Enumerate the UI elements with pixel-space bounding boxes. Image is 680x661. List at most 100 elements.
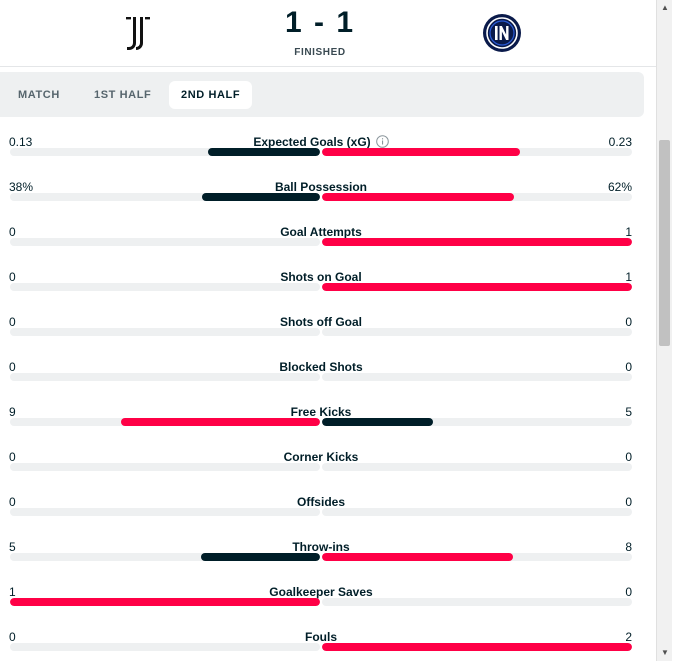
period-tabs: MATCH 1ST HALF 2ND HALF [0, 72, 644, 117]
stat-row: 0 Goal Attempts 1 [0, 225, 644, 270]
stat-name: Goal Attempts [160, 225, 482, 239]
stat-home-value: 5 [9, 540, 16, 554]
stat-away-track [322, 283, 632, 291]
stat-home-track [10, 553, 320, 561]
stat-away-track [322, 373, 632, 381]
stat-away-track [322, 508, 632, 516]
stat-row: 9 Free Kicks 5 [0, 405, 644, 450]
tab-2nd-half[interactable]: 2ND HALF [169, 81, 253, 109]
scroll-thumb[interactable] [659, 140, 670, 346]
stat-home-track [10, 598, 320, 606]
stat-name: Fouls [160, 630, 482, 644]
juventus-logo-icon[interactable] [116, 11, 160, 55]
stat-home-track [10, 193, 320, 201]
stat-name-label: Expected Goals (xG) [253, 135, 371, 149]
scroll-up-icon[interactable]: ▲ [660, 3, 670, 13]
stat-name: Corner Kicks [160, 450, 482, 464]
stat-name-label: Ball Possession [274, 180, 368, 194]
stat-away-value: 0 [625, 495, 632, 509]
stat-row: 0 Shots off Goal 0 [0, 315, 644, 360]
stat-name: Ball Possession [160, 180, 482, 194]
stat-away-track [322, 553, 632, 561]
stat-away-value: 0 [625, 315, 632, 329]
stat-name-label: Blocked Shots [279, 360, 363, 374]
stat-name: Offsides [160, 495, 482, 509]
stat-away-value: 5 [625, 405, 632, 419]
stat-home-value: 0 [9, 450, 16, 464]
stat-row: 0 Corner Kicks 0 [0, 450, 644, 495]
stat-row: 5 Throw-ins 8 [0, 540, 644, 585]
stat-home-track [10, 643, 320, 651]
stat-name: Free Kicks [160, 405, 482, 419]
stat-home-track [10, 148, 320, 156]
stat-home-value: 0 [9, 270, 16, 284]
stat-home-track [10, 418, 320, 426]
stat-row: 0 Shots on Goal 1 [0, 270, 644, 315]
match-summary-panel: 1 - 1 FINISHED MATCH 1ST HALF 2ND HALF 0… [0, 0, 656, 661]
stat-home-value: 0 [9, 225, 16, 239]
stat-away-value: 0 [625, 585, 632, 599]
stat-name-label: Free Kicks [290, 405, 352, 419]
stat-name: Shots off Goal [160, 315, 482, 329]
stat-home-track [10, 373, 320, 381]
stat-home-value: 38% [9, 180, 34, 194]
stat-name-label: Shots off Goal [280, 315, 362, 329]
stat-home-bar [208, 148, 320, 156]
stat-row: 0.13 Expected Goals (xG) 0.23 [0, 135, 644, 180]
stat-home-track [10, 283, 320, 291]
stat-away-value: 0.23 [608, 135, 632, 149]
info-icon[interactable] [375, 135, 389, 148]
stat-name: Blocked Shots [160, 360, 482, 374]
stat-home-value: 0.13 [9, 135, 33, 149]
stat-away-track [322, 598, 632, 606]
stat-name: Goalkeeper Saves [160, 585, 482, 599]
match-score: 1 - 1 [284, 6, 356, 39]
stat-away-bar [322, 283, 632, 291]
stat-away-track [322, 193, 632, 201]
stat-away-track [322, 148, 632, 156]
stat-away-bar [322, 553, 513, 561]
stat-home-value: 0 [9, 315, 16, 329]
stat-home-bar [121, 418, 320, 426]
stat-name-label: Fouls [305, 630, 337, 644]
stat-away-bar [322, 418, 433, 426]
tab-match[interactable]: MATCH [6, 81, 72, 109]
stat-away-bar [322, 148, 520, 156]
stat-home-value: 0 [9, 495, 16, 509]
stat-row: 0 Blocked Shots 0 [0, 360, 644, 405]
stat-away-track [322, 238, 632, 246]
stat-name: Throw-ins [160, 540, 482, 554]
stat-away-value: 1 [625, 225, 632, 239]
stat-away-bar [322, 193, 514, 201]
stat-away-bar [322, 238, 632, 246]
match-status: FINISHED [294, 47, 346, 58]
tab-1st-half[interactable]: 1ST HALF [82, 81, 163, 109]
stat-away-value: 0 [625, 450, 632, 464]
match-header: 1 - 1 FINISHED [0, 0, 656, 67]
scroll-down-icon[interactable]: ▼ [660, 648, 670, 658]
stat-name: Expected Goals (xG) [160, 135, 482, 149]
stat-away-value: 2 [625, 630, 632, 644]
stat-name-label: Goalkeeper Saves [269, 585, 373, 599]
stat-home-bar [201, 553, 320, 561]
stat-home-value: 1 [9, 585, 16, 599]
stat-home-bar [10, 598, 320, 606]
stat-name-label: Corner Kicks [283, 450, 359, 464]
stat-name-label: Offsides [296, 495, 345, 509]
stat-home-track [10, 328, 320, 336]
stat-away-value: 62% [607, 180, 632, 194]
inter-logo-icon[interactable] [480, 11, 524, 55]
stat-name-label: Throw-ins [292, 540, 350, 554]
stat-away-track [322, 643, 632, 651]
vertical-scrollbar[interactable]: ▲ ▼ [656, 0, 672, 661]
stat-home-value: 9 [9, 405, 16, 419]
stat-away-value: 0 [625, 360, 632, 374]
stat-name-label: Shots on Goal [280, 270, 362, 284]
stat-row: 38% Ball Possession 62% [0, 180, 644, 225]
stat-away-value: 1 [625, 270, 632, 284]
stat-away-value: 8 [625, 540, 632, 554]
stat-home-value: 0 [9, 360, 16, 374]
stat-away-bar [322, 643, 632, 651]
stat-row: 0 Fouls 2 [0, 630, 644, 661]
stat-home-track [10, 508, 320, 516]
